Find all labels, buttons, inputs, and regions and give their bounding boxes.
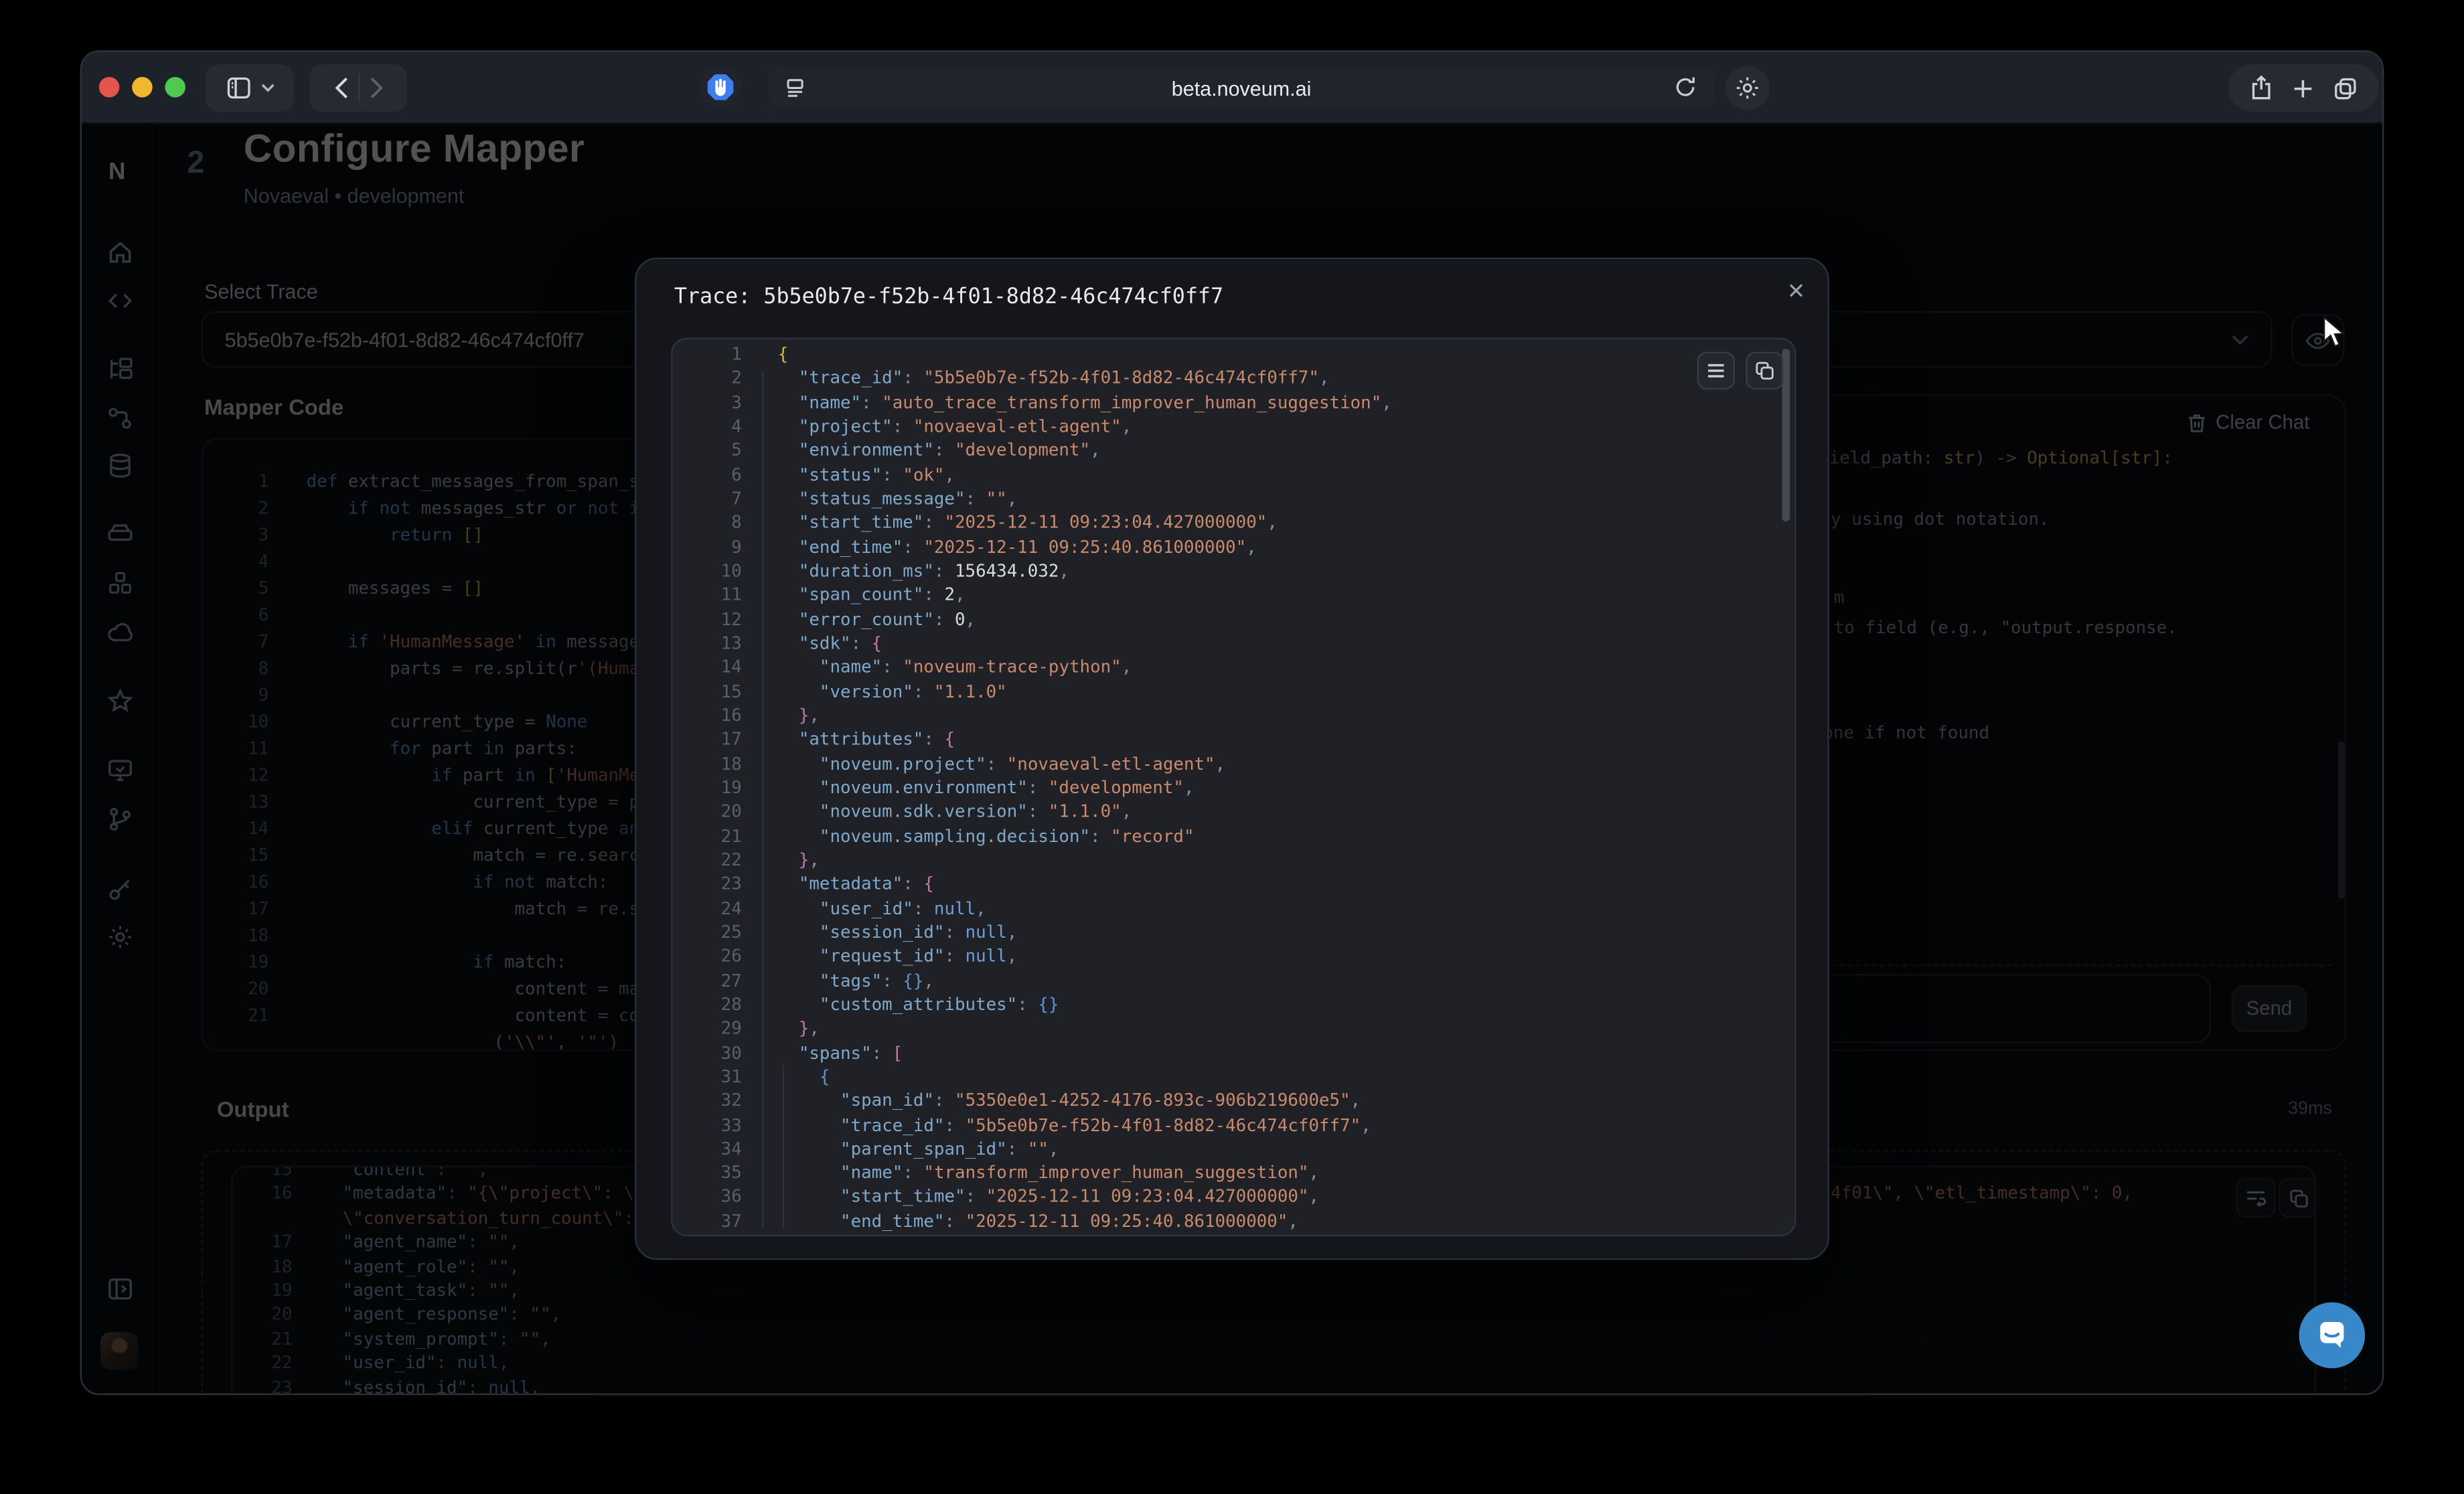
toolbar-right-group <box>2228 64 2379 111</box>
code-line: 27 "tags": {}, <box>672 969 1794 993</box>
page-settings-button[interactable] <box>1725 66 1770 110</box>
sidebar-toggle-button[interactable] <box>206 64 293 111</box>
code-line: 15 "version": "1.1.0" <box>672 679 1794 703</box>
code-line: 2 "trace_id": "5b5e0b7e-f52b-4f01-8d82-4… <box>672 367 1794 391</box>
app-page: N 2 Configure Mapper Novaeval • <box>82 124 2382 1393</box>
trace-modal-title: Trace: 5b5e0b7e-f52b-4f01-8d82-46c474cf0… <box>674 284 1223 310</box>
new-tab-icon[interactable] <box>2293 78 2313 98</box>
chat-bubble-icon <box>2315 1318 2350 1353</box>
code-line: 18 "noveum.project": "novaeval-etl-agent… <box>672 752 1794 776</box>
code-line: 10 "duration_ms": 156434.032, <box>672 559 1794 583</box>
copy-icon <box>1756 361 1774 380</box>
reader-icon[interactable] <box>784 77 806 99</box>
chevron-down-icon <box>260 83 274 92</box>
close-window-button[interactable] <box>99 77 120 98</box>
nav-button-group <box>309 64 407 111</box>
browser-toolbar: beta.noveum.ai <box>82 52 2382 124</box>
code-line: 1{ <box>672 343 1794 367</box>
code-line: 25 "session_id": null, <box>672 920 1794 944</box>
copy-json-button[interactable] <box>1746 352 1783 390</box>
gear-icon <box>1735 76 1760 101</box>
back-icon[interactable] <box>334 77 348 99</box>
sidebar-icon <box>226 76 251 101</box>
code-line: 4 "project": "novaeval-etl-agent", <box>672 415 1794 439</box>
code-line: 37 "end_time": "2025-12-11 09:25:40.8610… <box>672 1210 1794 1234</box>
menu-lines-icon <box>1707 363 1725 378</box>
code-line: 33 "trace_id": "5b5e0b7e-f52b-4f01-8d82-… <box>672 1113 1794 1137</box>
content-blocker-icon <box>706 72 736 102</box>
code-line: 24 "user_id": null, <box>672 896 1794 920</box>
code-line: 29 }, <box>672 1017 1794 1041</box>
share-icon[interactable] <box>2250 76 2273 101</box>
code-line: 7 "status_message": "", <box>672 487 1794 511</box>
code-line: 20 "noveum.sdk.version": "1.1.0", <box>672 800 1794 824</box>
screen: beta.noveum.ai N <box>0 0 2464 1494</box>
content-blocker-extension-button[interactable] <box>699 66 741 108</box>
code-line: 12 "error_count": 0, <box>672 607 1794 631</box>
code-line: 30 "spans": [ <box>672 1041 1794 1065</box>
code-line: 23 "metadata": { <box>672 872 1794 896</box>
code-line: 3 "name": "auto_trace_transform_improver… <box>672 391 1794 415</box>
format-json-button[interactable] <box>1697 352 1735 390</box>
code-line: 22 }, <box>672 848 1794 872</box>
forward-icon[interactable] <box>368 77 382 99</box>
trace-json-viewer[interactable]: 1{2 "trace_id": "5b5e0b7e-f52b-4f01-8d82… <box>671 338 1796 1236</box>
code-line: 26 "request_id": null, <box>672 944 1794 969</box>
code-line: 14 "name": "noveum-trace-python", <box>672 655 1794 679</box>
support-chat-button[interactable] <box>2299 1303 2366 1369</box>
code-line: 32 "span_id": "5350e0e1-4252-4176-893c-9… <box>672 1089 1794 1113</box>
code-line: 19 "noveum.environment": "development", <box>672 776 1794 800</box>
code-line: 11 "span_count": 2, <box>672 583 1794 607</box>
code-line: 34 "parent_span_id": "", <box>672 1137 1794 1161</box>
browser-window: beta.noveum.ai N <box>80 50 2384 1395</box>
code-line: 21 "noveum.sampling.decision": "record" <box>672 824 1794 848</box>
reload-icon[interactable] <box>1673 76 1697 99</box>
code-line: 16 }, <box>672 703 1794 728</box>
trace-modal: Trace: 5b5e0b7e-f52b-4f01-8d82-46c474cf0… <box>635 258 1829 1260</box>
code-line: 31 { <box>672 1065 1794 1089</box>
tabs-icon[interactable] <box>2333 76 2357 100</box>
code-line: 6 "status": "ok", <box>672 463 1794 487</box>
url-bar[interactable]: beta.noveum.ai <box>769 66 1715 110</box>
code-line: 28 "custom_attributes": {} <box>672 993 1794 1017</box>
code-line: 5 "environment": "development", <box>672 439 1794 463</box>
minimize-window-button[interactable] <box>132 77 153 98</box>
code-line: 13 "sdk": { <box>672 631 1794 655</box>
code-line: 17 "attributes": { <box>672 728 1794 752</box>
code-line: 36 "start_time": "2025-12-11 09:23:04.42… <box>672 1185 1794 1210</box>
mouse-cursor <box>2323 316 2350 351</box>
close-icon[interactable]: ✕ <box>1777 272 1815 309</box>
zoom-window-button[interactable] <box>165 77 185 98</box>
code-line: 8 "start_time": "2025-12-11 09:23:04.427… <box>672 511 1794 535</box>
code-line: 9 "end_time": "2025-12-11 09:25:40.86100… <box>672 535 1794 559</box>
url-text: beta.noveum.ai <box>1172 76 1312 100</box>
code-line: 35 "name": "transform_improver_human_sug… <box>672 1161 1794 1185</box>
